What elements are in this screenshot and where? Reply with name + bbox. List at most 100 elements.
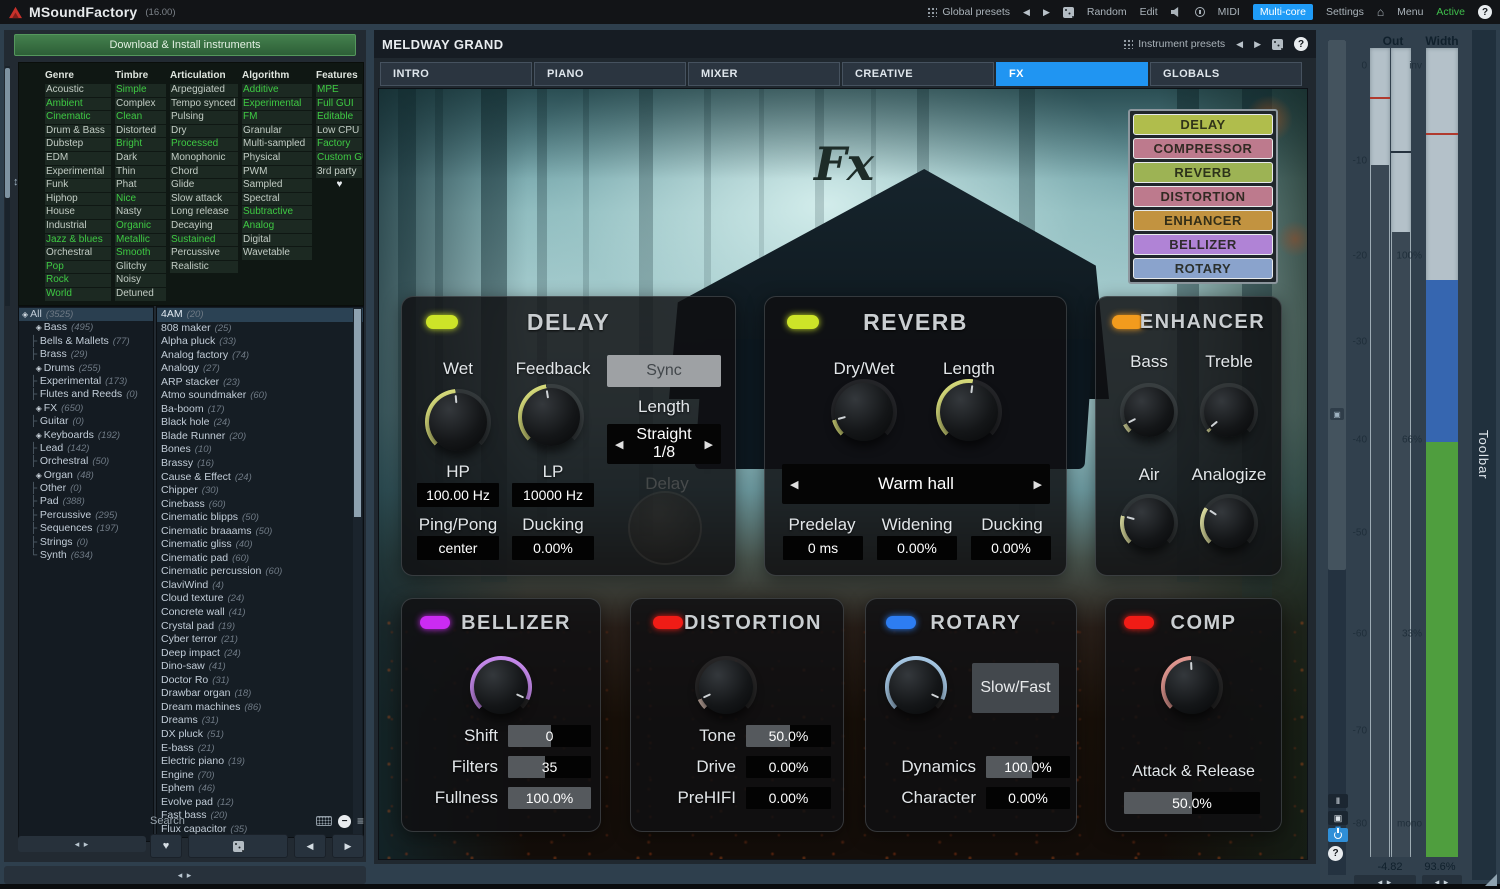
filter-item[interactable]: Additive: [242, 84, 312, 97]
filter-item[interactable]: Acoustic: [45, 84, 111, 97]
air-knob[interactable]: [1120, 494, 1178, 552]
filter-item[interactable]: Pop: [45, 261, 111, 274]
filter-item[interactable]: Smooth: [115, 247, 166, 260]
fx-chain-item-rotary[interactable]: ROTARY: [1133, 258, 1273, 279]
predelay-value[interactable]: 0 ms: [783, 536, 863, 560]
filter-item[interactable]: 3rd party: [316, 166, 362, 179]
preset-item[interactable]: Evolve pad(12): [157, 796, 363, 810]
fx-chain-item-bellizer[interactable]: BELLIZER: [1133, 234, 1273, 255]
preset-item[interactable]: Cinematic braaams(50): [157, 525, 363, 539]
preset-item[interactable]: Deep impact(24): [157, 647, 363, 661]
midi-button[interactable]: MIDI: [1218, 6, 1240, 18]
random-button[interactable]: Random: [1087, 6, 1127, 18]
widening-value[interactable]: 0.00%: [877, 536, 957, 560]
list-menu-button[interactable]: ≡: [357, 814, 364, 828]
toolbar-strip[interactable]: Toolbar: [1472, 30, 1496, 880]
ducking-value[interactable]: 0.00%: [512, 536, 594, 560]
next-length-arrow[interactable]: ▶: [705, 438, 713, 451]
preset-item[interactable]: 4AM(20): [157, 308, 363, 322]
tree-resize-handle[interactable]: ◂ ▸: [18, 836, 146, 852]
filter-item[interactable]: Editable: [316, 111, 362, 124]
random-preset-icon-button[interactable]: [1063, 7, 1074, 18]
fx-chain-item-enhancer[interactable]: ENHANCER: [1133, 210, 1273, 231]
analogize-knob[interactable]: [1200, 494, 1258, 552]
filter-item[interactable]: Chord: [170, 166, 238, 179]
settings-button[interactable]: Settings: [1326, 6, 1364, 18]
preset-item[interactable]: Analogy(27): [157, 362, 363, 376]
preset-item[interactable]: Cause & Effect(24): [157, 471, 363, 485]
comp-knob[interactable]: [1161, 656, 1223, 718]
filter-item[interactable]: Experimental: [45, 166, 111, 179]
preset-item[interactable]: Dino-saw(41): [157, 660, 363, 674]
fx-chain-item-reverb[interactable]: REVERB: [1133, 162, 1273, 183]
filter-item[interactable]: Funk: [45, 179, 111, 192]
filter-item[interactable]: Wavetable: [242, 247, 312, 260]
filter-item[interactable]: EDM: [45, 152, 111, 165]
filter-item[interactable]: Bright: [115, 138, 166, 151]
preset-item[interactable]: DX pluck(51): [157, 728, 363, 742]
filter-item[interactable]: Industrial: [45, 220, 111, 233]
instrument-next-button[interactable]: ▶: [1254, 39, 1261, 50]
filter-item[interactable]: Glitchy: [115, 261, 166, 274]
tuner-button[interactable]: [1195, 7, 1205, 17]
preset-next-button[interactable]: ▶: [1043, 7, 1050, 18]
tree-item-all[interactable]: ◈All(3525): [19, 308, 153, 321]
resize-grip[interactable]: [1485, 874, 1497, 886]
tree-expand-icon[interactable]: ◈: [36, 364, 42, 373]
filter-item[interactable]: Rock: [45, 274, 111, 287]
filter-item[interactable]: Complex: [115, 98, 166, 111]
filter-item[interactable]: Organic: [115, 220, 166, 233]
rotary-knob[interactable]: [885, 656, 947, 718]
filter-item[interactable]: Monophonic: [170, 152, 238, 165]
tree-expand-icon[interactable]: ◈: [36, 431, 42, 440]
tree-item-lead[interactable]: ├ Lead(142): [19, 442, 153, 455]
preset-item[interactable]: Doctor Ro(31): [157, 674, 363, 688]
audio-button[interactable]: [1171, 7, 1182, 18]
filter-item[interactable]: Clean: [115, 111, 166, 124]
tree-item-experimental[interactable]: ├ Experimental(173): [19, 375, 153, 388]
tree-item-bass[interactable]: ◈Bass(495): [19, 321, 153, 334]
tree-item-fx[interactable]: ◈FX(650): [19, 402, 153, 415]
random-preset-button[interactable]: [188, 834, 288, 858]
tree-item-other[interactable]: ├ Other(0): [19, 482, 153, 495]
filter-item[interactable]: Low CPU: [316, 125, 362, 138]
preset-item[interactable]: Black hole(24): [157, 416, 363, 430]
filter-item[interactable]: Arpeggiated: [170, 84, 238, 97]
tab-creative[interactable]: CREATIVE: [842, 62, 994, 86]
filter-item[interactable]: Processed: [170, 138, 238, 151]
param-value[interactable]: 0.00%: [746, 756, 831, 778]
filter-item[interactable]: Physical: [242, 152, 312, 165]
filter-scrollbar[interactable]: [5, 66, 10, 306]
filter-item[interactable]: Multi-sampled: [242, 138, 312, 151]
meter-image-icon[interactable]: ▣: [1330, 408, 1344, 420]
length-selector[interactable]: ◀ Straight1/8 ▶: [607, 424, 721, 464]
preset-item[interactable]: Cinematic percussion(60): [157, 565, 363, 579]
preset-item[interactable]: Cinematic pad(60): [157, 552, 363, 566]
tree-item-orchestral[interactable]: ├ Orchestral(50): [19, 455, 153, 468]
sync-toggle[interactable]: Sync: [607, 355, 721, 387]
preset-prev-button[interactable]: ◀: [1023, 7, 1030, 18]
preset-item[interactable]: Brassy(16): [157, 457, 363, 471]
preset-item[interactable]: Cinematic gliss(40): [157, 538, 363, 552]
filter-item[interactable]: Subtractive: [242, 206, 312, 219]
tab-mixer[interactable]: MIXER: [688, 62, 840, 86]
tree-item-strings[interactable]: ├ Strings(0): [19, 536, 153, 549]
preset-item[interactable]: ClaviWind(4): [157, 579, 363, 593]
menu-button[interactable]: Menu: [1397, 6, 1423, 18]
filter-item[interactable]: World: [45, 288, 111, 301]
tree-item-synth[interactable]: └ Synth(634): [19, 549, 153, 562]
preset-item[interactable]: Blade Runner(20): [157, 430, 363, 444]
filter-item[interactable]: Slow attack: [170, 193, 238, 206]
preset-item[interactable]: Cinebass(60): [157, 498, 363, 512]
preset-item[interactable]: Cloud texture(24): [157, 592, 363, 606]
filter-item[interactable]: FM: [242, 111, 312, 124]
bass-knob[interactable]: [1120, 383, 1178, 441]
attack-release-value[interactable]: 50.0%: [1124, 792, 1260, 814]
param-value[interactable]: 0.00%: [986, 787, 1070, 809]
edit-button[interactable]: Edit: [1140, 6, 1158, 18]
filter-item[interactable]: Detuned: [115, 288, 166, 301]
filter-item[interactable]: Nasty: [115, 206, 166, 219]
drywet-knob[interactable]: [831, 379, 897, 445]
meter-zoom-slider[interactable]: ▣: [1328, 40, 1346, 875]
filter-item[interactable]: Sustained: [170, 234, 238, 247]
